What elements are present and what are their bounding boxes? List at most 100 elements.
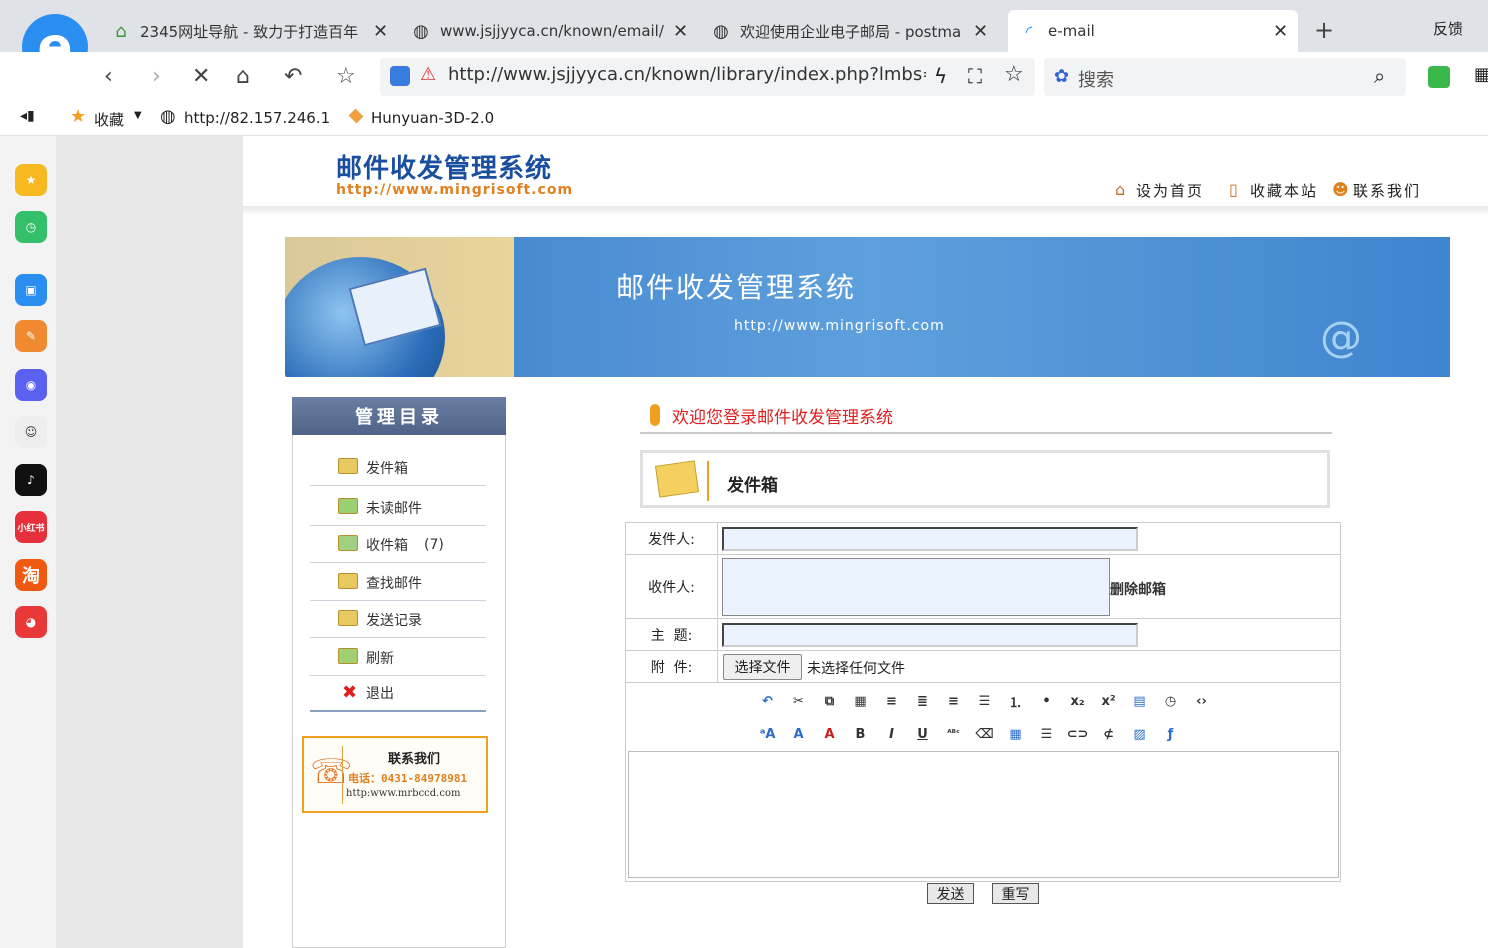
strikethrough-icon[interactable]: ᴬᴮᶜ	[938, 721, 969, 747]
italic-icon[interactable]: I	[876, 721, 907, 747]
stop-button[interactable]: ✕	[192, 64, 210, 89]
bold-icon[interactable]: B	[845, 721, 876, 747]
bookmark-ip[interactable]: http://82.157.246.19	[184, 109, 329, 127]
close-icon[interactable]: ✕	[673, 21, 688, 42]
game-app-icon[interactable]: ◉	[15, 369, 47, 401]
image-icon[interactable]: ▨	[1124, 721, 1155, 747]
table-icon[interactable]: ▦	[1000, 721, 1031, 747]
shield-icon	[390, 66, 410, 86]
new-tab-button[interactable]: +	[1314, 16, 1334, 44]
font-color-icon[interactable]: A	[814, 721, 845, 747]
xiaohongshu-app-icon[interactable]: 小红书	[15, 511, 47, 543]
send-button[interactable]: 发送	[927, 883, 974, 904]
globe-icon: ◍	[413, 20, 429, 42]
menu-item-sent-log[interactable]: 发送记录	[310, 602, 486, 638]
close-icon[interactable]: ✕	[1273, 21, 1288, 42]
select-all-icon[interactable]: ▦	[845, 688, 876, 714]
contact-url: http:www.mrbccd.com	[346, 788, 461, 799]
clock-app-icon[interactable]: ◷	[15, 211, 47, 243]
date-icon[interactable]: ▤	[1124, 688, 1155, 714]
time-icon[interactable]: ◷	[1155, 688, 1186, 714]
eraser-icon[interactable]: ⌫	[969, 721, 1000, 747]
unordered-list-icon[interactable]: •	[1031, 688, 1062, 714]
site-logo-title: 邮件收发管理系统	[336, 154, 553, 184]
feedback-link[interactable]: 反馈	[1433, 18, 1463, 39]
search-icon[interactable]: ⌕	[1374, 64, 1385, 88]
recipient-textarea[interactable]	[722, 558, 1110, 616]
pen-app-icon[interactable]: ✎	[15, 320, 47, 352]
align-left-icon[interactable]: ≡	[876, 688, 907, 714]
menu-item-outbox[interactable]: 发件箱	[310, 450, 486, 486]
no-file-text: 未选择任何文件	[807, 661, 905, 677]
bookmark-page-icon: ▯	[1229, 180, 1238, 199]
screenshot-icon[interactable]: ⛶	[968, 64, 982, 88]
tab-2345[interactable]: ⌂ 2345网址导航 - 致力于打造百年 ✕	[110, 10, 400, 52]
sender-input[interactable]	[722, 527, 1138, 551]
section-header: 发件箱	[640, 450, 1330, 508]
justify-icon[interactable]: ☰	[969, 688, 1000, 714]
tab-jsjjyyca-email[interactable]: ◍ www.jsjjyyca.cn/known/email/ ✕	[410, 10, 700, 52]
superscript-icon[interactable]: x²	[1093, 688, 1124, 714]
lock-warning-icon[interactable]: ⚠	[420, 64, 436, 85]
ordered-list-icon[interactable]: ⒈	[1000, 688, 1031, 714]
close-icon[interactable]: ✕	[373, 21, 388, 42]
bookmark-site-link[interactable]: 收藏本站	[1250, 180, 1318, 201]
align-center-icon[interactable]: ≣	[907, 688, 938, 714]
apps-grid-icon[interactable]: ▦	[1474, 64, 1488, 85]
search-input[interactable]: 搜索	[1078, 66, 1114, 92]
unlink-icon[interactable]: ⊄	[1093, 721, 1124, 747]
copy-icon[interactable]: ⧉	[814, 688, 845, 714]
home-button[interactable]: ⌂	[236, 64, 250, 89]
contact-us-link[interactable]: 联系我们	[1353, 180, 1421, 201]
favorites-star-list-icon[interactable]: ☆	[336, 64, 356, 89]
menu-item-logout[interactable]: ✖ 退出	[310, 676, 486, 712]
bookmark-hunyuan[interactable]: Hunyuan-3D-2.0	[371, 109, 494, 127]
undo-icon[interactable]: ↶	[752, 688, 783, 714]
menu-item-inbox[interactable]: 收件箱 (7)	[310, 527, 486, 563]
mascot-app-icon[interactable]: ◕	[15, 606, 47, 638]
underline-icon[interactable]: U	[907, 721, 938, 747]
tab-email-active[interactable]: ◜ e-mail ✕	[1008, 10, 1298, 52]
extension-icon[interactable]	[1428, 66, 1450, 88]
page-margin	[56, 136, 243, 948]
close-icon[interactable]: ✕	[973, 21, 988, 42]
undo-close-button[interactable]: ↶	[284, 64, 302, 89]
tiktok-app-icon[interactable]: ♪	[15, 464, 47, 496]
avatar-app-icon[interactable]: ☺	[15, 416, 47, 448]
menu-item-refresh[interactable]: 刷新	[310, 640, 486, 676]
favorites-menu[interactable]: 收藏	[94, 109, 124, 130]
subject-label: 主 题:	[626, 619, 718, 650]
dropdown-arrow-icon[interactable]: ▼	[134, 110, 142, 121]
flash-icon[interactable]: ƒ	[1155, 721, 1186, 747]
inbox-count: (7)	[424, 536, 444, 553]
baidu-paw-icon: ✿	[1054, 66, 1070, 87]
forward-button[interactable]: ›	[152, 64, 161, 89]
html-source-icon[interactable]: ‹›	[1186, 688, 1217, 714]
font-family-icon[interactable]: ᵃA	[752, 721, 783, 747]
subscript-icon[interactable]: x₂	[1062, 688, 1093, 714]
delete-mailbox-link[interactable]: 删除邮箱	[1110, 579, 1166, 599]
reset-button[interactable]: 重写	[992, 883, 1039, 904]
cut-icon[interactable]: ✂	[783, 688, 814, 714]
message-editor[interactable]	[628, 751, 1339, 878]
url-text[interactable]: http://www.jsjjyyca.cn/known/library/ind…	[448, 64, 926, 85]
menu-item-search[interactable]: 查找邮件	[310, 565, 486, 601]
set-homepage-link[interactable]: 设为首页	[1136, 180, 1204, 201]
contact-people-icon: ☻	[1332, 180, 1349, 199]
banner-url: http://www.mingrisoft.com	[734, 318, 945, 334]
choose-file-button[interactable]: 选择文件	[723, 654, 802, 680]
lightning-icon[interactable]: ϟ	[934, 64, 947, 88]
align-right-icon[interactable]: ≡	[938, 688, 969, 714]
link-icon[interactable]: ⊂⊃	[1062, 721, 1093, 747]
sidebar-toggle-icon[interactable]: ◂▮	[20, 108, 35, 124]
taobao-app-icon[interactable]: 淘	[15, 559, 47, 591]
menu-item-unread[interactable]: 未读邮件	[310, 490, 486, 526]
font-size-icon[interactable]: A	[783, 721, 814, 747]
back-button[interactable]: ‹	[104, 64, 113, 89]
horizontal-rule-icon[interactable]: ☰	[1031, 721, 1062, 747]
briefcase-app-icon[interactable]: ▣	[15, 274, 47, 306]
bookmark-star-icon[interactable]: ☆	[1004, 62, 1024, 87]
subject-input[interactable]	[722, 623, 1138, 647]
star-app-icon[interactable]: ★	[15, 164, 47, 196]
tab-postmail[interactable]: ◍ 欢迎使用企业电子邮局 - postma ✕	[710, 10, 1000, 52]
